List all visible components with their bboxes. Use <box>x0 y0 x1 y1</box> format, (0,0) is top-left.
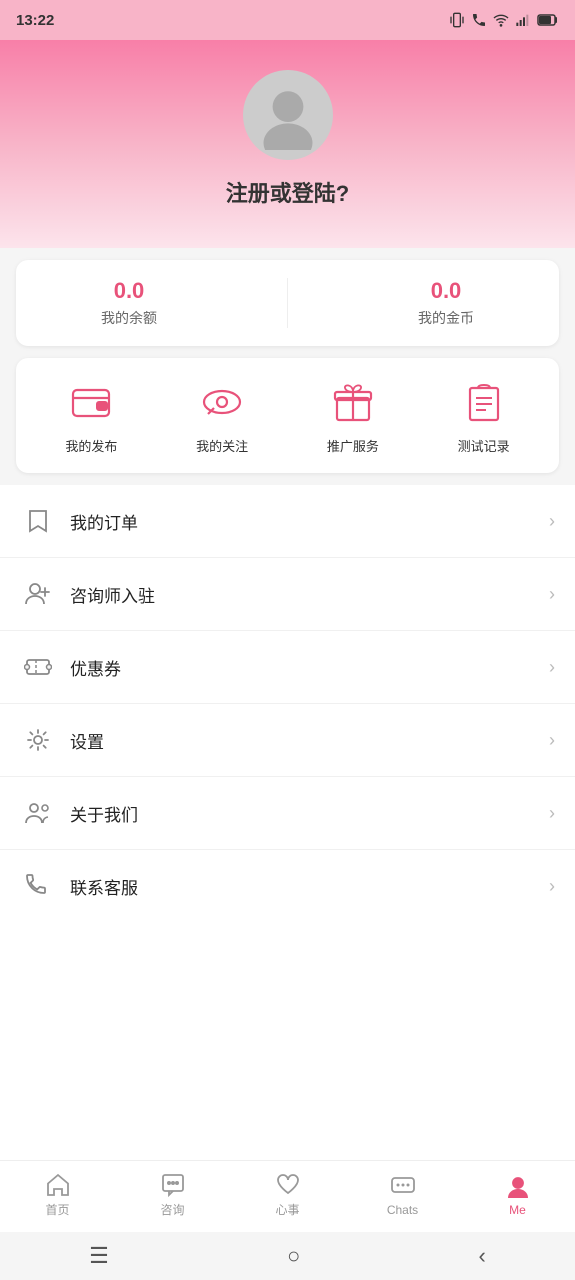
back-button[interactable]: ‹ <box>459 1235 506 1277</box>
status-icons <box>449 12 559 28</box>
bookmark-icon <box>20 503 56 539</box>
home-button[interactable]: ○ <box>267 1235 320 1277</box>
menu-item-about[interactable]: 关于我们 › <box>0 777 575 850</box>
action-test[interactable]: 测试记录 <box>458 376 510 455</box>
chevron-right-icon-4: › <box>549 730 555 751</box>
coupon-icon <box>20 649 56 685</box>
quick-actions-card: 我的发布 我的关注 推广服务 测试记录 <box>16 358 559 473</box>
action-follow[interactable]: 我的关注 <box>196 376 248 455</box>
chats-icon <box>389 1173 417 1201</box>
team-icon <box>20 795 56 831</box>
menu-text-contact: 联系客服 <box>70 874 549 899</box>
menu-text-about: 关于我们 <box>70 801 549 826</box>
me-icon <box>504 1173 532 1201</box>
wifi-icon <box>493 12 509 28</box>
action-promote[interactable]: 推广服务 <box>327 376 379 455</box>
balance-amount: 0.0 我的余额 <box>101 278 157 328</box>
eye-icon <box>196 376 248 428</box>
menu-item-contact[interactable]: 联系客服 › <box>0 850 575 922</box>
menu-item-consultant[interactable]: 咨询师入驻 › <box>0 558 575 631</box>
coins-amount: 0.0 我的金币 <box>418 278 474 328</box>
nav-heart[interactable]: 心事 <box>258 1171 318 1218</box>
nav-home-label: 首页 <box>45 1201 69 1218</box>
gift-icon <box>327 376 379 428</box>
nav-home[interactable]: 首页 <box>28 1171 88 1218</box>
profile-title[interactable]: 注册或登陆? <box>226 176 349 208</box>
nav-chats[interactable]: Chats <box>373 1173 433 1217</box>
menu-text-settings: 设置 <box>70 728 549 753</box>
battery-icon <box>537 13 559 27</box>
chevron-right-icon-3: › <box>549 657 555 678</box>
avatar-icon <box>253 80 323 150</box>
coins-label: 我的金币 <box>418 308 474 328</box>
action-publish[interactable]: 我的发布 <box>65 376 117 455</box>
menu-item-coupons[interactable]: 优惠券 › <box>0 631 575 704</box>
status-time: 13:22 <box>16 12 54 29</box>
gear-icon <box>20 722 56 758</box>
nav-consult[interactable]: 咨询 <box>143 1171 203 1218</box>
bottom-nav: 首页 咨询 心事 Chats Me <box>0 1160 575 1232</box>
balance-card: 0.0 我的余额 0.0 我的金币 <box>16 260 559 346</box>
menu-text-orders: 我的订单 <box>70 509 549 534</box>
menu-text-consultant: 咨询师入驻 <box>70 582 549 607</box>
action-test-label: 测试记录 <box>458 436 510 455</box>
phone-signal-icon <box>471 12 487 28</box>
nav-consult-label: 咨询 <box>160 1201 184 1218</box>
action-publish-label: 我的发布 <box>65 436 117 455</box>
menu-item-orders[interactable]: 我的订单 › <box>0 485 575 558</box>
nav-me[interactable]: Me <box>488 1173 548 1217</box>
menu-item-settings[interactable]: 设置 › <box>0 704 575 777</box>
balance-divider <box>287 278 288 328</box>
consult-icon <box>159 1171 187 1199</box>
chevron-right-icon-5: › <box>549 803 555 824</box>
clipboard-icon <box>458 376 510 428</box>
signal-icon <box>515 12 531 28</box>
menu-list: 我的订单 › 咨询师入驻 › 优惠券 › 设置 › 关于我们 › <box>0 485 575 1160</box>
add-user-icon <box>20 576 56 612</box>
action-promote-label: 推广服务 <box>327 436 379 455</box>
balance-value: 0.0 <box>114 278 145 304</box>
heart-icon <box>274 1171 302 1199</box>
home-icon <box>44 1171 72 1199</box>
profile-header: 注册或登陆? <box>0 40 575 248</box>
nav-heart-label: 心事 <box>275 1201 299 1218</box>
status-bar: 13:22 <box>0 0 575 40</box>
wallet-icon <box>65 376 117 428</box>
balance-label: 我的余额 <box>101 308 157 328</box>
chevron-right-icon-6: › <box>549 876 555 897</box>
menu-text-coupons: 优惠券 <box>70 655 549 680</box>
vibrate-icon <box>449 12 465 28</box>
chevron-right-icon-2: › <box>549 584 555 605</box>
avatar[interactable] <box>243 70 333 160</box>
phone-icon <box>20 868 56 904</box>
menu-button[interactable]: ☰ <box>69 1235 129 1277</box>
system-nav: ☰ ○ ‹ <box>0 1232 575 1280</box>
nav-me-label: Me <box>509 1203 526 1217</box>
coins-value: 0.0 <box>431 278 462 304</box>
chevron-right-icon: › <box>549 511 555 532</box>
nav-chats-label: Chats <box>387 1203 418 1217</box>
action-follow-label: 我的关注 <box>196 436 248 455</box>
